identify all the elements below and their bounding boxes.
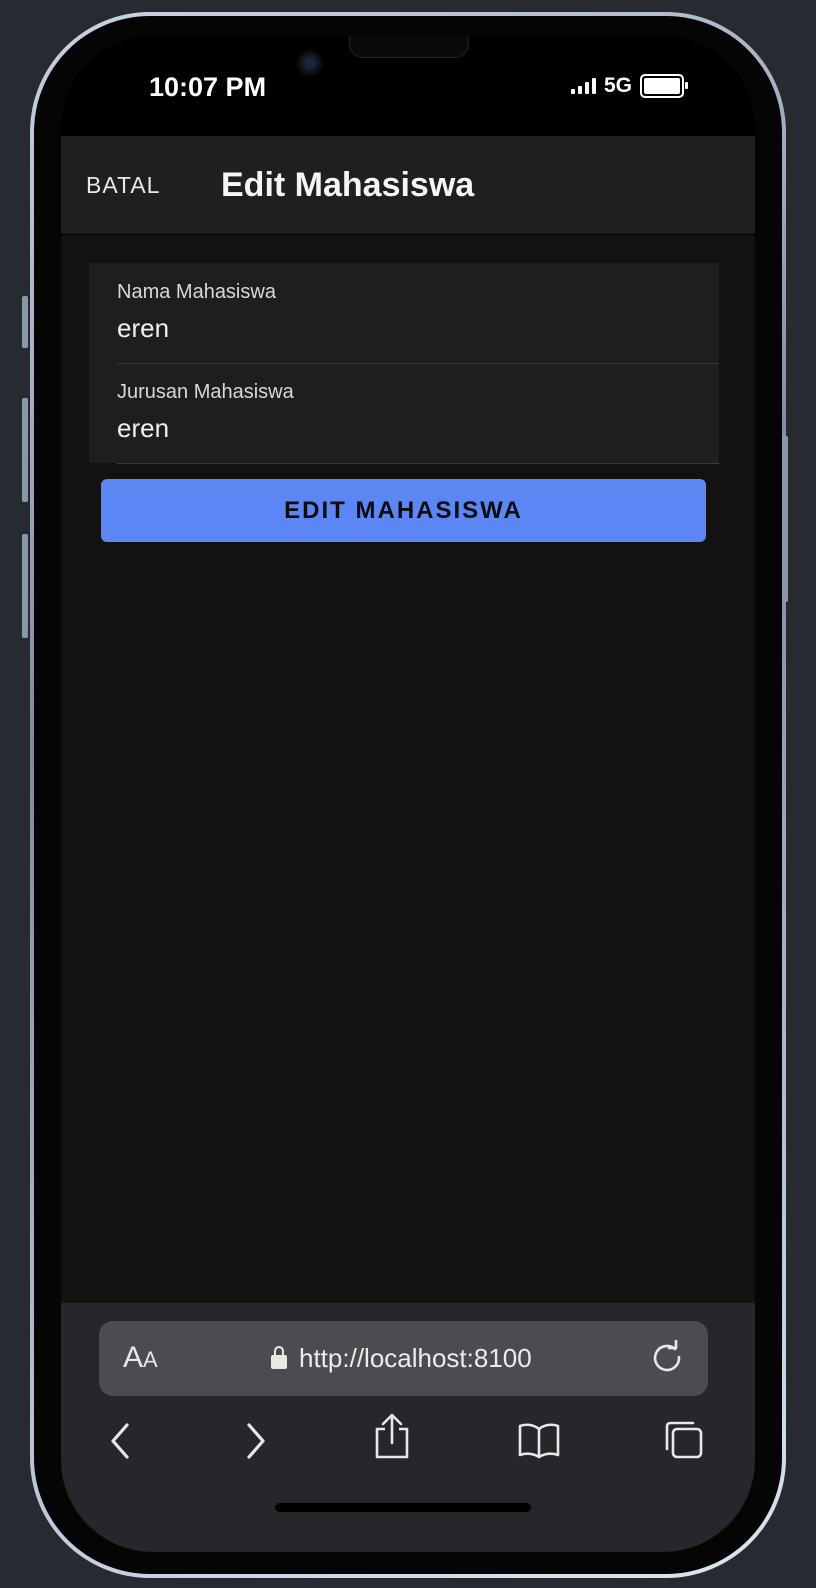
network-type: 5G bbox=[604, 74, 633, 97]
share-icon[interactable] bbox=[373, 1413, 411, 1459]
phone-screen: 10:07 PM 5G BATAL Edit Mahasiswa Nama Ma… bbox=[61, 36, 755, 1552]
major-field-input[interactable]: eren bbox=[117, 413, 169, 444]
text-size-small-a: A bbox=[143, 1347, 158, 1372]
edit-student-button[interactable]: EDIT MAHASISWA bbox=[101, 479, 706, 542]
status-indicators: 5G bbox=[571, 74, 689, 98]
volume-down-button bbox=[22, 534, 28, 638]
main-content: Nama Mahasiswa eren Jurusan Mahasiswa er… bbox=[61, 235, 755, 1303]
bookmarks-icon[interactable] bbox=[517, 1421, 561, 1459]
url-text[interactable]: http://localhost:8100 bbox=[299, 1343, 532, 1374]
mute-switch bbox=[22, 296, 28, 348]
browser-toolbar: AA http://localhost:8100 bbox=[61, 1303, 755, 1552]
app-header: BATAL Edit Mahasiswa bbox=[61, 136, 755, 235]
major-field-label: Jurusan Mahasiswa bbox=[117, 381, 294, 403]
cancel-button[interactable]: BATAL bbox=[86, 172, 160, 199]
major-field[interactable]: Jurusan Mahasiswa eren bbox=[117, 363, 719, 464]
reload-icon[interactable] bbox=[649, 1339, 685, 1375]
text-size-button[interactable]: AA bbox=[123, 1341, 158, 1375]
tabs-icon[interactable] bbox=[663, 1419, 705, 1461]
name-field-label: Nama Mahasiswa bbox=[117, 281, 276, 303]
home-indicator bbox=[275, 1503, 531, 1512]
battery-icon bbox=[640, 74, 689, 98]
signal-icon bbox=[571, 78, 596, 94]
lock-icon bbox=[271, 1346, 287, 1369]
name-field-input[interactable]: eren bbox=[117, 313, 169, 344]
power-button bbox=[782, 436, 788, 602]
speaker-notch bbox=[349, 36, 469, 58]
text-size-large-a: A bbox=[123, 1341, 144, 1374]
volume-up-button bbox=[22, 398, 28, 502]
form-card: Nama Mahasiswa eren Jurusan Mahasiswa er… bbox=[89, 263, 719, 464]
front-camera bbox=[297, 50, 323, 76]
page-title: Edit Mahasiswa bbox=[221, 166, 475, 204]
name-field[interactable]: Nama Mahasiswa eren bbox=[117, 263, 719, 364]
address-bar[interactable]: AA http://localhost:8100 bbox=[99, 1321, 708, 1396]
back-icon[interactable] bbox=[105, 1421, 137, 1461]
forward-icon[interactable] bbox=[239, 1421, 271, 1461]
status-time: 10:07 PM bbox=[149, 72, 267, 102]
